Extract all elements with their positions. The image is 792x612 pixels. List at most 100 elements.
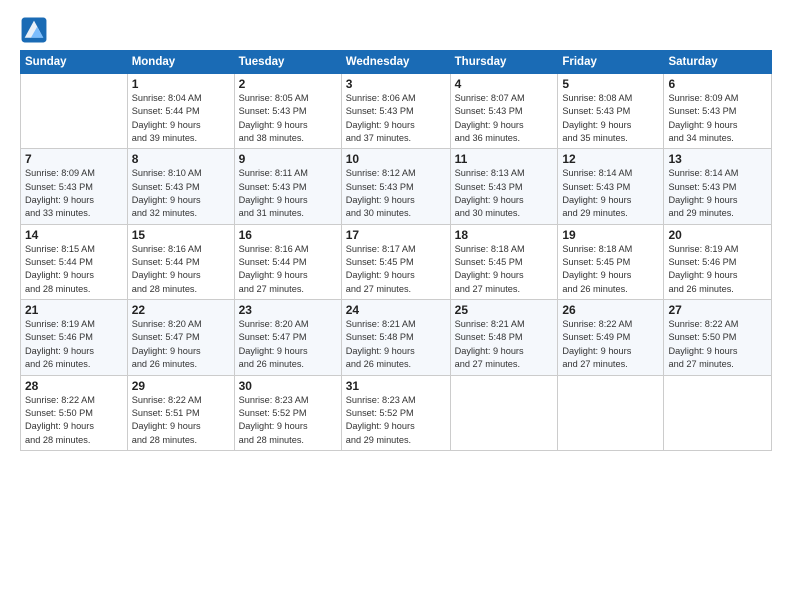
logo	[20, 16, 52, 44]
day-info: Sunrise: 8:19 AM Sunset: 5:46 PM Dayligh…	[668, 243, 767, 296]
day-info: Sunrise: 8:14 AM Sunset: 5:43 PM Dayligh…	[562, 167, 659, 220]
day-number: 31	[346, 379, 446, 393]
day-info: Sunrise: 8:23 AM Sunset: 5:52 PM Dayligh…	[346, 394, 446, 447]
calendar-cell: 27Sunrise: 8:22 AM Sunset: 5:50 PM Dayli…	[664, 300, 772, 375]
calendar-cell: 8Sunrise: 8:10 AM Sunset: 5:43 PM Daylig…	[127, 149, 234, 224]
day-number: 16	[239, 228, 337, 242]
calendar-cell: 14Sunrise: 8:15 AM Sunset: 5:44 PM Dayli…	[21, 224, 128, 299]
day-number: 27	[668, 303, 767, 317]
day-number: 23	[239, 303, 337, 317]
calendar-cell	[450, 375, 558, 450]
calendar-cell: 15Sunrise: 8:16 AM Sunset: 5:44 PM Dayli…	[127, 224, 234, 299]
calendar-cell: 22Sunrise: 8:20 AM Sunset: 5:47 PM Dayli…	[127, 300, 234, 375]
day-info: Sunrise: 8:16 AM Sunset: 5:44 PM Dayligh…	[132, 243, 230, 296]
day-info: Sunrise: 8:06 AM Sunset: 5:43 PM Dayligh…	[346, 92, 446, 145]
day-number: 28	[25, 379, 123, 393]
day-number: 2	[239, 77, 337, 91]
calendar-cell: 1Sunrise: 8:04 AM Sunset: 5:44 PM Daylig…	[127, 74, 234, 149]
calendar-cell: 20Sunrise: 8:19 AM Sunset: 5:46 PM Dayli…	[664, 224, 772, 299]
calendar-table: SundayMondayTuesdayWednesdayThursdayFrid…	[20, 50, 772, 451]
day-number: 9	[239, 152, 337, 166]
day-info: Sunrise: 8:05 AM Sunset: 5:43 PM Dayligh…	[239, 92, 337, 145]
day-number: 26	[562, 303, 659, 317]
page: SundayMondayTuesdayWednesdayThursdayFrid…	[0, 0, 792, 612]
calendar-cell: 11Sunrise: 8:13 AM Sunset: 5:43 PM Dayli…	[450, 149, 558, 224]
day-info: Sunrise: 8:15 AM Sunset: 5:44 PM Dayligh…	[25, 243, 123, 296]
calendar-cell: 13Sunrise: 8:14 AM Sunset: 5:43 PM Dayli…	[664, 149, 772, 224]
day-number: 13	[668, 152, 767, 166]
calendar-cell: 16Sunrise: 8:16 AM Sunset: 5:44 PM Dayli…	[234, 224, 341, 299]
calendar-cell: 5Sunrise: 8:08 AM Sunset: 5:43 PM Daylig…	[558, 74, 664, 149]
day-number: 29	[132, 379, 230, 393]
calendar-cell: 18Sunrise: 8:18 AM Sunset: 5:45 PM Dayli…	[450, 224, 558, 299]
day-info: Sunrise: 8:08 AM Sunset: 5:43 PM Dayligh…	[562, 92, 659, 145]
header	[20, 16, 772, 44]
day-info: Sunrise: 8:17 AM Sunset: 5:45 PM Dayligh…	[346, 243, 446, 296]
calendar-cell: 2Sunrise: 8:05 AM Sunset: 5:43 PM Daylig…	[234, 74, 341, 149]
day-info: Sunrise: 8:22 AM Sunset: 5:49 PM Dayligh…	[562, 318, 659, 371]
day-info: Sunrise: 8:10 AM Sunset: 5:43 PM Dayligh…	[132, 167, 230, 220]
day-number: 8	[132, 152, 230, 166]
logo-icon	[20, 16, 48, 44]
calendar-cell: 31Sunrise: 8:23 AM Sunset: 5:52 PM Dayli…	[341, 375, 450, 450]
week-row-2: 7Sunrise: 8:09 AM Sunset: 5:43 PM Daylig…	[21, 149, 772, 224]
calendar-cell: 10Sunrise: 8:12 AM Sunset: 5:43 PM Dayli…	[341, 149, 450, 224]
calendar-cell: 21Sunrise: 8:19 AM Sunset: 5:46 PM Dayli…	[21, 300, 128, 375]
weekday-header-monday: Monday	[127, 51, 234, 74]
calendar-cell: 9Sunrise: 8:11 AM Sunset: 5:43 PM Daylig…	[234, 149, 341, 224]
day-number: 25	[455, 303, 554, 317]
calendar-cell: 6Sunrise: 8:09 AM Sunset: 5:43 PM Daylig…	[664, 74, 772, 149]
day-info: Sunrise: 8:18 AM Sunset: 5:45 PM Dayligh…	[562, 243, 659, 296]
day-number: 20	[668, 228, 767, 242]
calendar-cell: 19Sunrise: 8:18 AM Sunset: 5:45 PM Dayli…	[558, 224, 664, 299]
day-info: Sunrise: 8:21 AM Sunset: 5:48 PM Dayligh…	[346, 318, 446, 371]
day-number: 12	[562, 152, 659, 166]
day-number: 14	[25, 228, 123, 242]
calendar-cell: 12Sunrise: 8:14 AM Sunset: 5:43 PM Dayli…	[558, 149, 664, 224]
calendar-cell	[664, 375, 772, 450]
day-info: Sunrise: 8:23 AM Sunset: 5:52 PM Dayligh…	[239, 394, 337, 447]
day-number: 15	[132, 228, 230, 242]
calendar-cell: 17Sunrise: 8:17 AM Sunset: 5:45 PM Dayli…	[341, 224, 450, 299]
calendar-cell: 30Sunrise: 8:23 AM Sunset: 5:52 PM Dayli…	[234, 375, 341, 450]
week-row-3: 14Sunrise: 8:15 AM Sunset: 5:44 PM Dayli…	[21, 224, 772, 299]
day-info: Sunrise: 8:14 AM Sunset: 5:43 PM Dayligh…	[668, 167, 767, 220]
weekday-header-friday: Friday	[558, 51, 664, 74]
calendar-cell: 7Sunrise: 8:09 AM Sunset: 5:43 PM Daylig…	[21, 149, 128, 224]
weekday-header-tuesday: Tuesday	[234, 51, 341, 74]
weekday-header-sunday: Sunday	[21, 51, 128, 74]
day-info: Sunrise: 8:13 AM Sunset: 5:43 PM Dayligh…	[455, 167, 554, 220]
weekday-header-thursday: Thursday	[450, 51, 558, 74]
week-row-4: 21Sunrise: 8:19 AM Sunset: 5:46 PM Dayli…	[21, 300, 772, 375]
weekday-header-wednesday: Wednesday	[341, 51, 450, 74]
day-info: Sunrise: 8:07 AM Sunset: 5:43 PM Dayligh…	[455, 92, 554, 145]
calendar-cell: 3Sunrise: 8:06 AM Sunset: 5:43 PM Daylig…	[341, 74, 450, 149]
day-info: Sunrise: 8:20 AM Sunset: 5:47 PM Dayligh…	[132, 318, 230, 371]
day-info: Sunrise: 8:04 AM Sunset: 5:44 PM Dayligh…	[132, 92, 230, 145]
day-number: 7	[25, 152, 123, 166]
week-row-1: 1Sunrise: 8:04 AM Sunset: 5:44 PM Daylig…	[21, 74, 772, 149]
day-number: 1	[132, 77, 230, 91]
day-number: 10	[346, 152, 446, 166]
calendar-cell: 26Sunrise: 8:22 AM Sunset: 5:49 PM Dayli…	[558, 300, 664, 375]
day-info: Sunrise: 8:18 AM Sunset: 5:45 PM Dayligh…	[455, 243, 554, 296]
day-number: 4	[455, 77, 554, 91]
day-number: 22	[132, 303, 230, 317]
calendar-cell: 24Sunrise: 8:21 AM Sunset: 5:48 PM Dayli…	[341, 300, 450, 375]
day-number: 6	[668, 77, 767, 91]
day-info: Sunrise: 8:19 AM Sunset: 5:46 PM Dayligh…	[25, 318, 123, 371]
day-info: Sunrise: 8:16 AM Sunset: 5:44 PM Dayligh…	[239, 243, 337, 296]
day-info: Sunrise: 8:20 AM Sunset: 5:47 PM Dayligh…	[239, 318, 337, 371]
calendar-cell	[558, 375, 664, 450]
calendar-cell: 25Sunrise: 8:21 AM Sunset: 5:48 PM Dayli…	[450, 300, 558, 375]
day-info: Sunrise: 8:09 AM Sunset: 5:43 PM Dayligh…	[668, 92, 767, 145]
calendar-cell	[21, 74, 128, 149]
calendar-cell: 28Sunrise: 8:22 AM Sunset: 5:50 PM Dayli…	[21, 375, 128, 450]
day-number: 18	[455, 228, 554, 242]
day-info: Sunrise: 8:21 AM Sunset: 5:48 PM Dayligh…	[455, 318, 554, 371]
calendar-cell: 4Sunrise: 8:07 AM Sunset: 5:43 PM Daylig…	[450, 74, 558, 149]
day-number: 17	[346, 228, 446, 242]
day-info: Sunrise: 8:09 AM Sunset: 5:43 PM Dayligh…	[25, 167, 123, 220]
day-info: Sunrise: 8:22 AM Sunset: 5:51 PM Dayligh…	[132, 394, 230, 447]
day-info: Sunrise: 8:22 AM Sunset: 5:50 PM Dayligh…	[25, 394, 123, 447]
